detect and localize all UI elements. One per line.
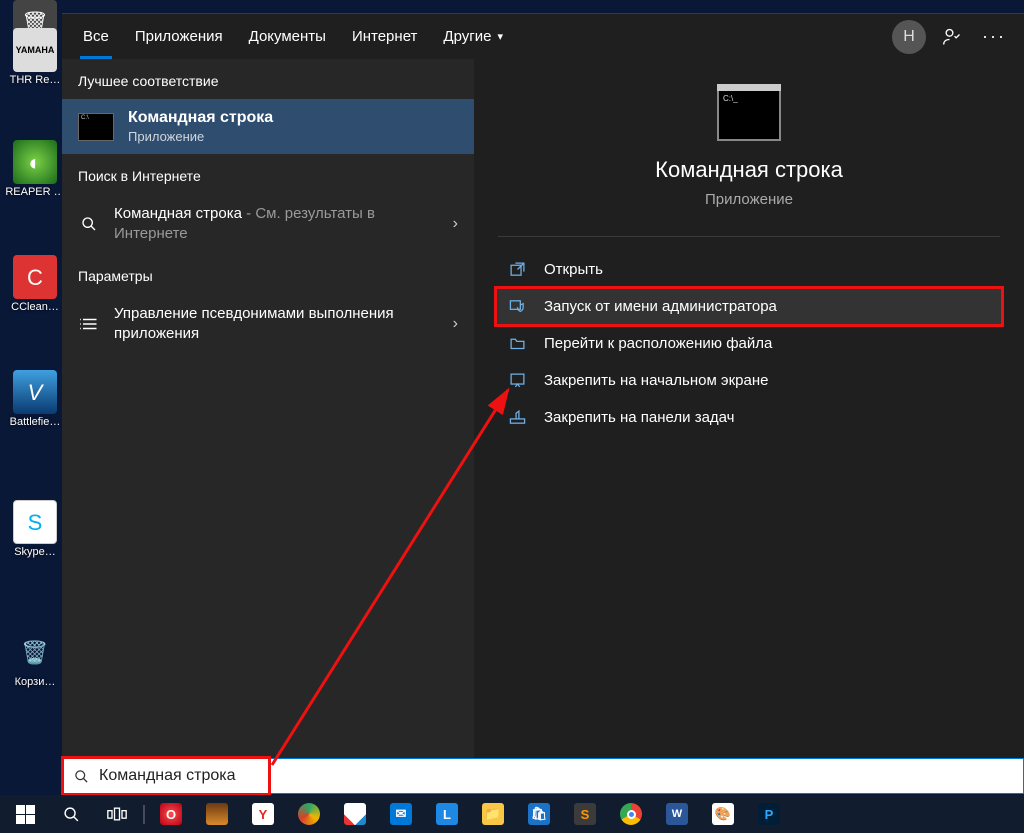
feedback-icon[interactable] bbox=[936, 21, 968, 53]
action-run-as-admin[interactable]: Запуск от имени администратора bbox=[496, 288, 1002, 325]
results-pane: Лучшее соответствие Командная строка При… bbox=[62, 59, 474, 758]
tab-documents[interactable]: Документы bbox=[236, 14, 339, 59]
settings-list-icon bbox=[78, 317, 100, 331]
preview-sub: Приложение bbox=[474, 191, 1024, 208]
cmd-icon bbox=[78, 113, 114, 141]
taskbar-app-orange[interactable] bbox=[194, 795, 240, 833]
taskbar-app-mosaic[interactable] bbox=[332, 795, 378, 833]
tab-apps[interactable]: Приложения bbox=[122, 14, 236, 59]
task-view-icon[interactable] bbox=[94, 795, 140, 833]
windows-logo-icon bbox=[16, 805, 35, 824]
preview-app-icon bbox=[717, 89, 781, 141]
chevron-down-icon: ▾ bbox=[497, 30, 503, 43]
admin-shield-icon bbox=[504, 298, 530, 315]
pin-start-icon bbox=[504, 372, 530, 389]
preview-title: Командная строка bbox=[474, 157, 1024, 183]
desktop: 🗑Uninstall YAMAHATHR Re… ◐REAPER … CCCle… bbox=[0, 0, 70, 766]
internet-search-item[interactable]: Командная строка - См. результаты в Инте… bbox=[62, 194, 474, 254]
best-match-sub: Приложение bbox=[128, 129, 273, 144]
search-input[interactable] bbox=[99, 767, 1023, 785]
tab-all[interactable]: Все bbox=[70, 14, 122, 59]
taskbar-word[interactable]: W bbox=[654, 795, 700, 833]
section-internet: Поиск в Интернете bbox=[62, 154, 474, 194]
action-pin-taskbar[interactable]: Закрепить на панели задач bbox=[496, 399, 1002, 436]
chevron-right-icon: › bbox=[453, 215, 458, 233]
more-icon[interactable]: ··· bbox=[978, 21, 1010, 53]
taskbar: | O Y ✉ L 📁 🛍 S W 🎨 P bbox=[0, 795, 1024, 833]
settings-alias-item[interactable]: Управление псевдонимами выполнения прило… bbox=[62, 294, 474, 354]
desktop-icon-recycle-bin[interactable]: 🗑️Корзи… bbox=[3, 630, 67, 689]
folder-icon bbox=[504, 335, 530, 352]
taskbar-yandex[interactable]: Y bbox=[240, 795, 286, 833]
action-pin-start[interactable]: Закрепить на начальном экране bbox=[496, 362, 1002, 399]
desktop-icon-yamaha[interactable]: YAMAHATHR Re… bbox=[3, 28, 67, 87]
chevron-right-icon: › bbox=[453, 315, 458, 333]
taskbar-separator: | bbox=[140, 795, 148, 833]
start-button[interactable] bbox=[2, 795, 48, 833]
search-icon bbox=[78, 216, 100, 232]
taskbar-paint[interactable]: 🎨 bbox=[700, 795, 746, 833]
search-icon bbox=[63, 769, 99, 784]
action-open[interactable]: Открыть bbox=[496, 251, 1002, 288]
desktop-icon-ccleaner[interactable]: CCClean… bbox=[3, 255, 67, 314]
taskbar-mail[interactable]: ✉ bbox=[378, 795, 424, 833]
search-tabs: Все Приложения Документы Интернет Другие… bbox=[62, 14, 1024, 59]
divider bbox=[498, 236, 1000, 237]
best-match-title: Командная строка bbox=[128, 109, 273, 127]
desktop-icon-battlefield[interactable]: VBattlefie… bbox=[3, 370, 67, 429]
open-icon bbox=[504, 261, 530, 278]
search-bar[interactable] bbox=[62, 758, 1024, 794]
action-open-location[interactable]: Перейти к расположению файла bbox=[496, 325, 1002, 362]
desktop-icon-reaper[interactable]: ◐REAPER … bbox=[3, 140, 67, 199]
taskbar-search-icon[interactable] bbox=[48, 795, 94, 833]
settings-alias-text: Управление псевдонимами выполнения прило… bbox=[114, 304, 453, 344]
taskbar-app-l[interactable]: L bbox=[424, 795, 470, 833]
best-match-item[interactable]: Командная строка Приложение bbox=[62, 99, 474, 154]
taskbar-chrome-alt[interactable] bbox=[286, 795, 332, 833]
section-best-match: Лучшее соответствие bbox=[62, 59, 474, 99]
tab-internet[interactable]: Интернет bbox=[339, 14, 430, 59]
taskbar-app-p[interactable]: P bbox=[746, 795, 792, 833]
taskbar-sublime[interactable]: S bbox=[562, 795, 608, 833]
taskbar-chrome[interactable] bbox=[608, 795, 654, 833]
tab-other[interactable]: Другие▾ bbox=[430, 14, 516, 59]
preview-pane: Командная строка Приложение Открыть Запу… bbox=[474, 59, 1024, 758]
taskbar-opera[interactable]: O bbox=[148, 795, 194, 833]
internet-search-text: Командная строка - См. результаты в Инте… bbox=[114, 204, 453, 244]
user-avatar[interactable]: Н bbox=[892, 20, 926, 54]
taskbar-store[interactable]: 🛍 bbox=[516, 795, 562, 833]
search-panel: Все Приложения Документы Интернет Другие… bbox=[62, 13, 1024, 758]
section-settings: Параметры bbox=[62, 254, 474, 294]
desktop-icon-skype[interactable]: SSkype… bbox=[3, 500, 67, 559]
taskbar-explorer[interactable]: 📁 bbox=[470, 795, 516, 833]
pin-taskbar-icon bbox=[504, 409, 530, 426]
